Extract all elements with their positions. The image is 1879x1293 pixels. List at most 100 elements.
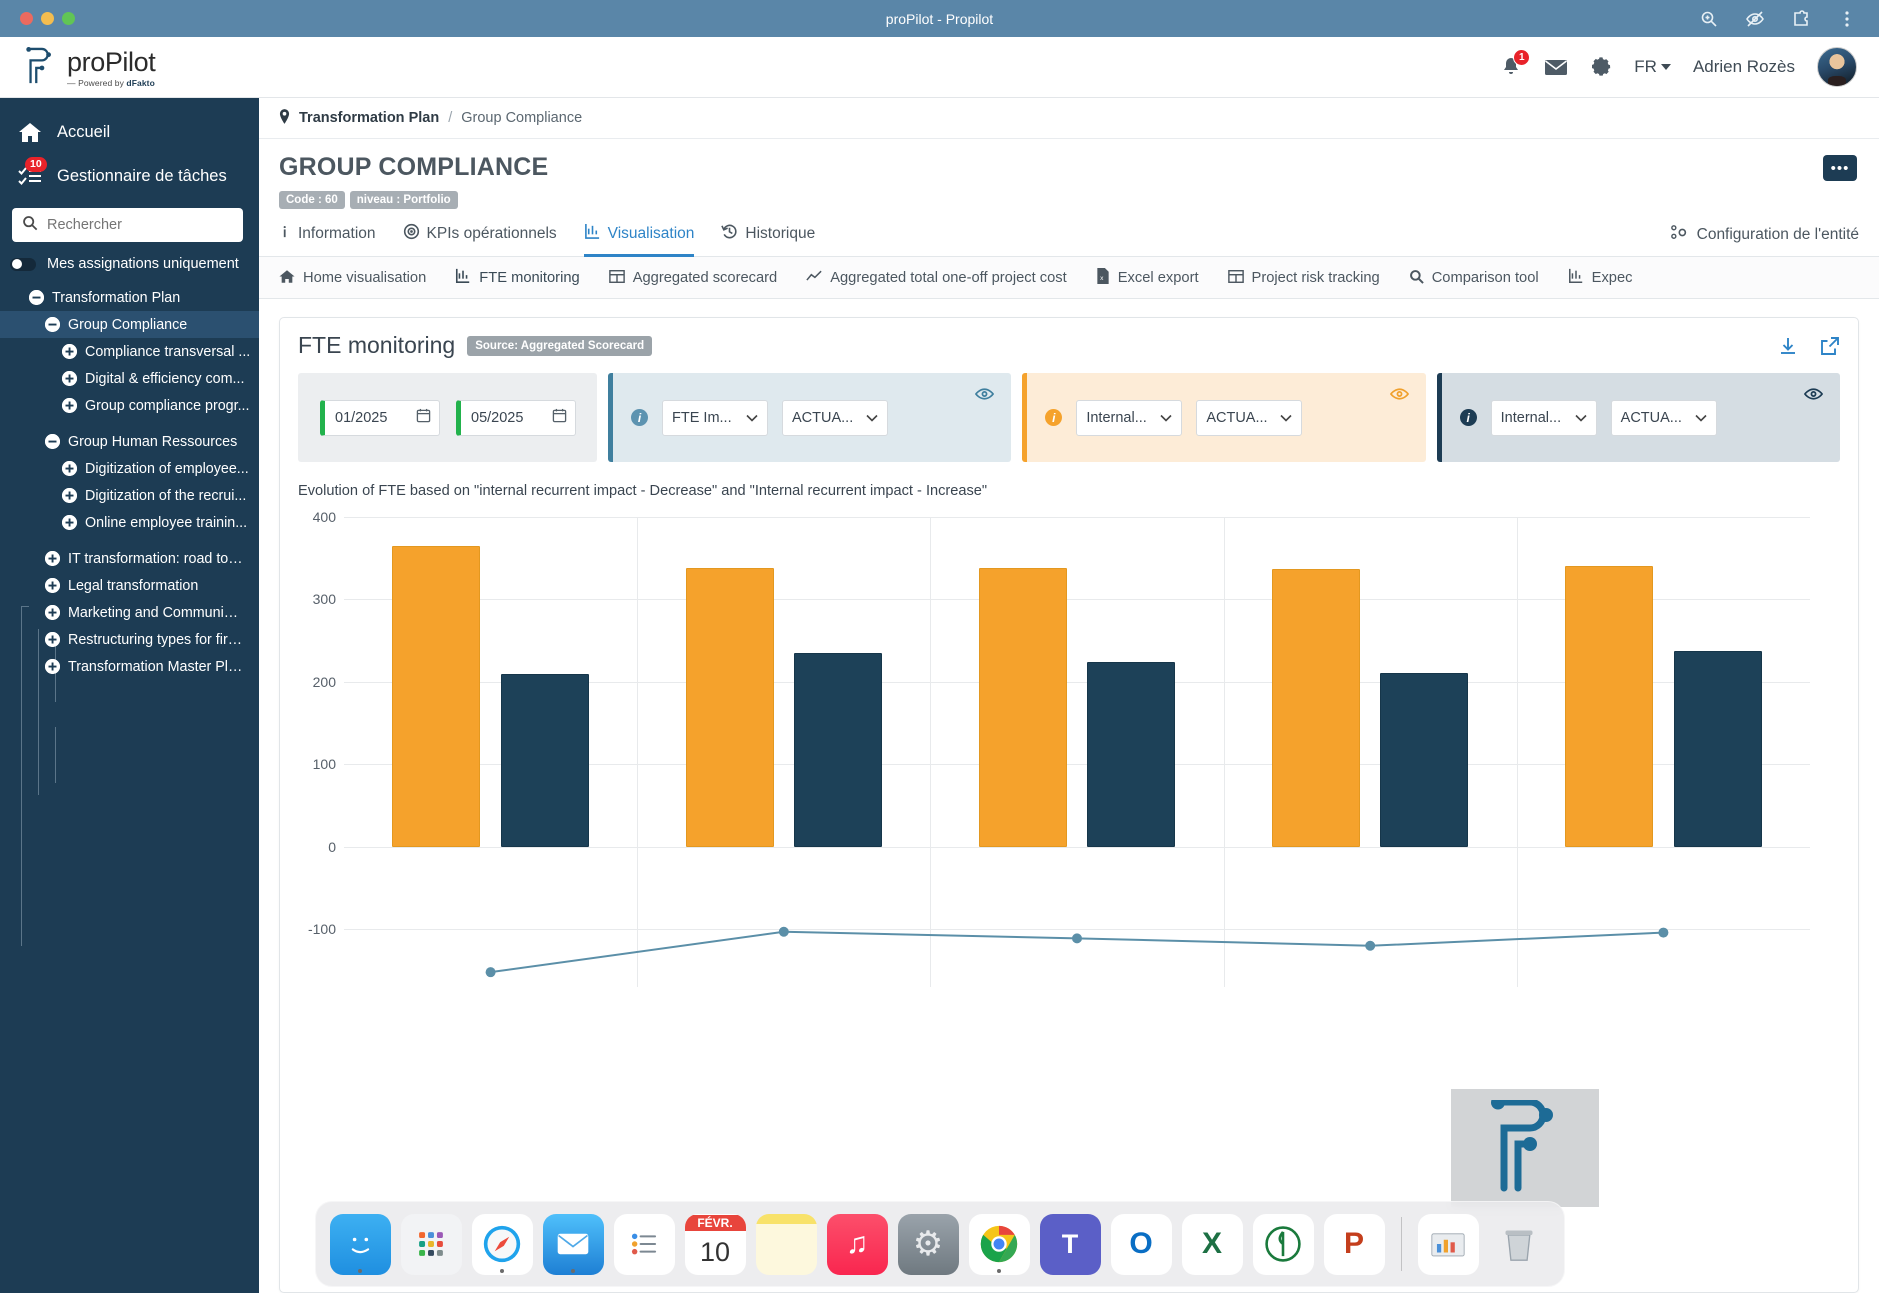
tree-item-group-compliance[interactable]: Group Compliance [0, 311, 259, 338]
tab-information[interactable]: Information [279, 224, 376, 257]
dock-item-adobe[interactable] [1253, 1214, 1314, 1275]
info-icon[interactable]: i [1045, 409, 1062, 426]
series-1-scenario-select[interactable]: ACTUA... [782, 400, 888, 436]
messages-envelope-icon[interactable] [1544, 57, 1568, 77]
settings-gear-icon[interactable] [1590, 56, 1612, 78]
my-assignments-toggle-row[interactable]: Mes assignations uniquement [0, 242, 259, 282]
page-more-actions-button[interactable]: ••• [1823, 155, 1857, 181]
entity-configuration-link[interactable]: Configuration de l'entité [1670, 224, 1859, 255]
dock-item-chrome[interactable] [969, 1214, 1030, 1275]
subtab-comparison-tool[interactable]: Comparison tool [1409, 269, 1539, 288]
tree-item-marketing-communication[interactable]: Marketing and Communica... [0, 599, 259, 626]
sidebar-item-accueil[interactable]: Accueil [0, 110, 259, 154]
expand-plus-icon[interactable] [45, 578, 60, 593]
chart-line-point[interactable] [1658, 928, 1668, 938]
expand-plus-icon[interactable] [45, 605, 60, 620]
subtab-excel-export[interactable]: x Excel export [1096, 268, 1199, 288]
open-external-icon[interactable] [1820, 336, 1840, 356]
dock-item-excel[interactable]: X [1182, 1214, 1243, 1275]
subtab-expected[interactable]: Expec [1568, 268, 1633, 288]
expand-plus-icon[interactable] [45, 551, 60, 566]
notifications-bell-icon[interactable]: 1 [1500, 56, 1522, 78]
subtab-home-visualisation[interactable]: Home visualisation [279, 269, 426, 288]
dock-item-teams[interactable]: T [1040, 1214, 1101, 1275]
window-traffic-lights[interactable] [0, 12, 75, 25]
expand-plus-icon[interactable] [62, 515, 77, 530]
breadcrumb-root[interactable]: Transformation Plan [299, 110, 439, 126]
series-3-metric-select[interactable]: Internal... [1491, 400, 1597, 436]
dock-item-system-settings[interactable]: ⚙ [898, 1214, 959, 1275]
date-from-field[interactable]: 01/2025 [320, 400, 440, 436]
zoom-in-icon[interactable] [1699, 9, 1719, 29]
tree-item-compliance-transversal[interactable]: Compliance transversal ... [0, 338, 259, 365]
subtab-fte-monitoring[interactable]: FTE monitoring [455, 268, 579, 288]
eye-off-icon[interactable] [1745, 9, 1765, 29]
my-assignments-toggle[interactable] [10, 258, 36, 271]
dock-item-mail[interactable] [543, 1214, 604, 1275]
eye-icon[interactable] [975, 387, 994, 406]
series-3-scenario-select[interactable]: ACTUA... [1611, 400, 1717, 436]
expand-plus-icon[interactable] [45, 659, 60, 674]
chart-line-point[interactable] [779, 927, 789, 937]
tab-visualisation[interactable]: Visualisation [584, 223, 695, 257]
expand-plus-icon[interactable] [45, 632, 60, 647]
tree-item-online-employee-training[interactable]: Online employee trainin... [0, 509, 259, 536]
expand-plus-icon[interactable] [62, 398, 77, 413]
avatar[interactable] [1817, 47, 1857, 87]
sidebar-search[interactable] [12, 208, 243, 242]
info-icon[interactable]: i [631, 409, 648, 426]
series-1-metric-select[interactable]: FTE Im... [662, 400, 768, 436]
series-2-metric-select[interactable]: Internal... [1076, 400, 1182, 436]
subtab-project-risk-tracking[interactable]: Project risk tracking [1228, 269, 1380, 288]
minimize-window-button[interactable] [41, 12, 54, 25]
chart-line-point[interactable] [1365, 941, 1375, 951]
tree-item-group-compliance-program[interactable]: Group compliance progr... [0, 392, 259, 419]
tree-item-it-transformation[interactable]: IT transformation: road to ... [0, 545, 259, 572]
tree-item-digitization-employee[interactable]: Digitization of employee... [0, 455, 259, 482]
expand-plus-icon[interactable] [62, 371, 77, 386]
dock-item-safari[interactable] [472, 1214, 533, 1275]
tree-item-transformation-plan[interactable]: Transformation Plan [0, 284, 259, 311]
language-selector[interactable]: FR [1634, 57, 1671, 77]
date-to-field[interactable]: 05/2025 [456, 400, 576, 436]
expand-plus-icon[interactable] [62, 344, 77, 359]
tree-item-digitization-recruitment[interactable]: Digitization of the recrui... [0, 482, 259, 509]
tab-kpis-operationnels[interactable]: KPIs opérationnels [403, 223, 557, 257]
dock-item-screenshot[interactable] [1418, 1214, 1479, 1275]
dock-item-calendar[interactable]: FÉVR. 10 [685, 1214, 746, 1275]
expand-plus-icon[interactable] [62, 461, 77, 476]
kebab-menu-icon[interactable] [1837, 9, 1857, 29]
close-window-button[interactable] [20, 12, 33, 25]
search-input[interactable] [47, 217, 233, 233]
expand-plus-icon[interactable] [62, 488, 77, 503]
download-icon[interactable] [1778, 336, 1798, 356]
dock-item-finder[interactable] [330, 1214, 391, 1275]
series-2-scenario-select[interactable]: ACTUA... [1196, 400, 1302, 436]
dock-item-trash[interactable] [1489, 1214, 1550, 1275]
dock-item-music[interactable]: ♫ [827, 1214, 888, 1275]
collapse-minus-icon[interactable] [29, 290, 44, 305]
dock-item-outlook[interactable]: O [1111, 1214, 1172, 1275]
tree-item-transformation-master-plan[interactable]: Transformation Master Pla... [0, 653, 259, 680]
chart-line-point[interactable] [1072, 933, 1082, 943]
tree-item-digital-efficiency[interactable]: Digital & efficiency com... [0, 365, 259, 392]
collapse-minus-icon[interactable] [45, 434, 60, 449]
tab-historique[interactable]: Historique [721, 223, 815, 257]
info-icon[interactable]: i [1460, 409, 1477, 426]
subtab-aggregated-total-one-off-project-cost[interactable]: Aggregated total one-off project cost [806, 269, 1067, 288]
tree-item-restructuring-types[interactable]: Restructuring types for firms [0, 626, 259, 653]
extension-icon[interactable] [1791, 9, 1811, 29]
subtab-aggregated-scorecard[interactable]: Aggregated scorecard [609, 269, 778, 288]
tree-item-legal-transformation[interactable]: Legal transformation [0, 572, 259, 599]
chart-line-point[interactable] [486, 967, 496, 977]
collapse-minus-icon[interactable] [45, 317, 60, 332]
dock-item-notes[interactable] [756, 1214, 817, 1275]
eye-icon[interactable] [1390, 387, 1409, 406]
tree-item-group-human-ressources[interactable]: Group Human Ressources [0, 428, 259, 455]
propilot-logo[interactable]: proPilot — Powered by dFakto [0, 47, 155, 87]
eye-icon[interactable] [1804, 387, 1823, 406]
dock-item-reminders[interactable] [614, 1214, 675, 1275]
dock-item-powerpoint[interactable]: P [1324, 1214, 1385, 1275]
dock-item-launchpad[interactable] [401, 1214, 462, 1275]
sidebar-item-gestionnaire-de-taches[interactable]: 10 Gestionnaire de tâches [0, 154, 259, 198]
